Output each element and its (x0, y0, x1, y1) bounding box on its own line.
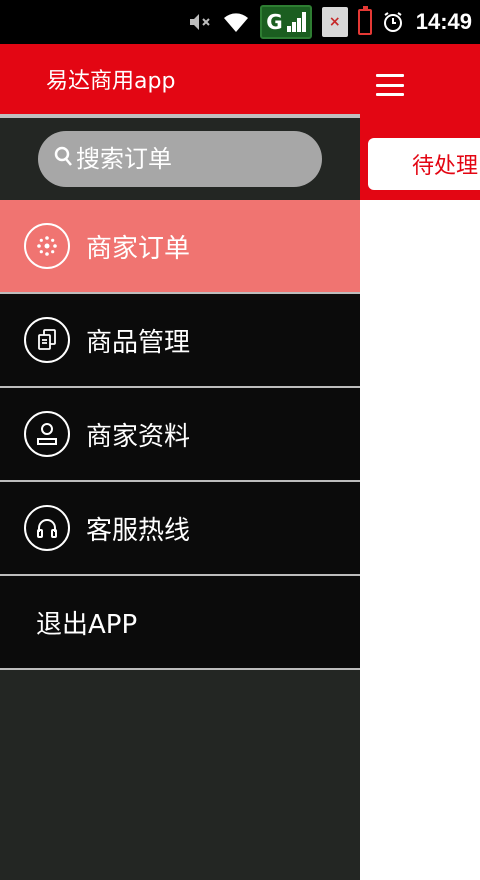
search-bar (0, 118, 360, 200)
menu-item-label: 客服热线 (86, 515, 191, 546)
alarm-icon (382, 11, 404, 33)
status-bar: G × 14:49 (0, 0, 480, 44)
navigation-drawer: 易达商用app 商家订单 (0, 44, 360, 880)
clock: 14:49 (415, 9, 472, 34)
menu-item-merchant-orders[interactable]: 商家订单 (0, 200, 360, 294)
menu-item-label: 退出APP (36, 609, 138, 640)
wifi-icon (222, 10, 250, 34)
menu-item-customer-hotline[interactable]: 客服热线 (0, 482, 360, 576)
network-type-label: G (266, 10, 283, 34)
tab-pending-label: 待处理 (412, 154, 479, 179)
headset-icon (24, 505, 70, 551)
sim-icon: × (321, 7, 348, 37)
menu-item-exit-app[interactable]: 退出APP (0, 576, 360, 670)
sim-status-label: × (328, 14, 341, 30)
menu-item-label: 商品管理 (86, 327, 191, 358)
battery-icon (357, 6, 372, 35)
product-icon (24, 317, 70, 363)
menu-item-label: 商家订单 (86, 233, 191, 264)
hamburger-menu-icon[interactable] (376, 74, 404, 96)
search-icon (54, 145, 76, 173)
search-input[interactable] (76, 145, 296, 173)
drawer-header: 易达商用app (0, 44, 360, 118)
app-title: 易达商用app (46, 69, 176, 94)
menu-item-product-management[interactable]: 商品管理 (0, 294, 360, 388)
menu-item-label: 商家资料 (86, 421, 191, 452)
menu-item-merchant-profile[interactable]: 商家资料 (0, 388, 360, 482)
order-icon (24, 223, 70, 269)
profile-icon (24, 411, 70, 457)
search-box[interactable] (38, 131, 322, 187)
signal-icon: G (260, 5, 312, 39)
tab-pending[interactable]: 待处理 (368, 138, 480, 190)
mute-icon (188, 11, 212, 33)
